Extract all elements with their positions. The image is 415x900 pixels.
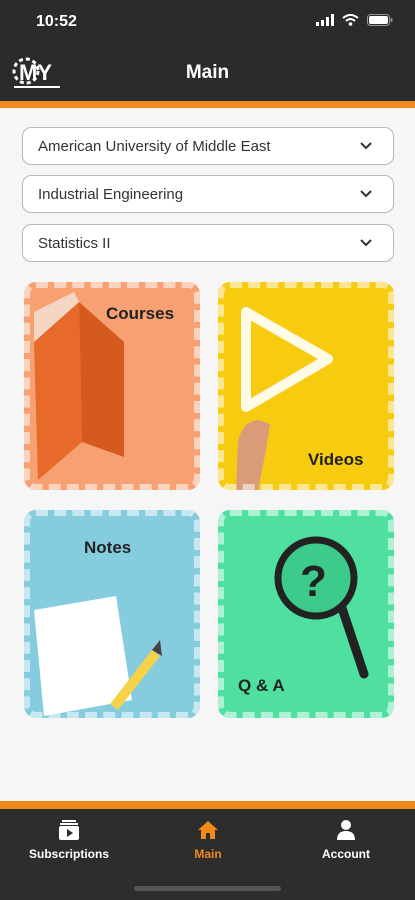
- chevron-down-icon: [360, 239, 372, 247]
- person-icon: [337, 820, 355, 840]
- tab-main-label: Main: [194, 847, 222, 861]
- header-accent-bar: [0, 101, 415, 108]
- app-header: 10:52 MY Main: [0, 0, 415, 101]
- courses-card[interactable]: Courses: [24, 282, 200, 490]
- course-select-value: Statistics II: [38, 234, 111, 252]
- chevron-down-icon: [360, 142, 372, 150]
- play-icon: [236, 307, 333, 490]
- university-select[interactable]: American University of Middle East: [22, 127, 394, 165]
- chevron-down-icon: [360, 190, 372, 198]
- status-icons: [316, 14, 393, 26]
- course-select[interactable]: Statistics II: [22, 224, 394, 262]
- tab-subscriptions[interactable]: Subscriptions: [9, 819, 129, 861]
- home-icon: [198, 821, 218, 839]
- videos-label: Videos: [308, 450, 364, 469]
- battery-icon: [367, 14, 393, 26]
- university-select-value: American University of Middle East: [38, 137, 271, 155]
- courses-label: Courses: [106, 304, 175, 323]
- svg-text:?: ?: [300, 557, 327, 606]
- tab-subscriptions-label: Subscriptions: [28, 847, 109, 861]
- tab-account[interactable]: Account: [286, 819, 406, 861]
- status-time: 10:52: [36, 13, 77, 30]
- major-select[interactable]: Industrial Engineering: [22, 175, 394, 213]
- wifi-icon: [342, 14, 359, 26]
- notes-card[interactable]: Notes: [24, 510, 200, 718]
- home-indicator: [134, 886, 281, 891]
- qa-card[interactable]: ? Q & A: [218, 510, 394, 718]
- major-select-value: Industrial Engineering: [38, 185, 184, 203]
- signal-icon: [316, 14, 334, 26]
- tab-main[interactable]: Main: [148, 819, 268, 861]
- notes-label: Notes: [84, 538, 132, 557]
- subscriptions-icon: [59, 820, 79, 840]
- page-title: Main: [185, 62, 230, 83]
- videos-card[interactable]: Videos: [218, 282, 394, 490]
- tabbar-accent-bar: [0, 801, 415, 809]
- qa-label: Q & A: [238, 676, 285, 695]
- tab-account-label: Account: [322, 847, 370, 861]
